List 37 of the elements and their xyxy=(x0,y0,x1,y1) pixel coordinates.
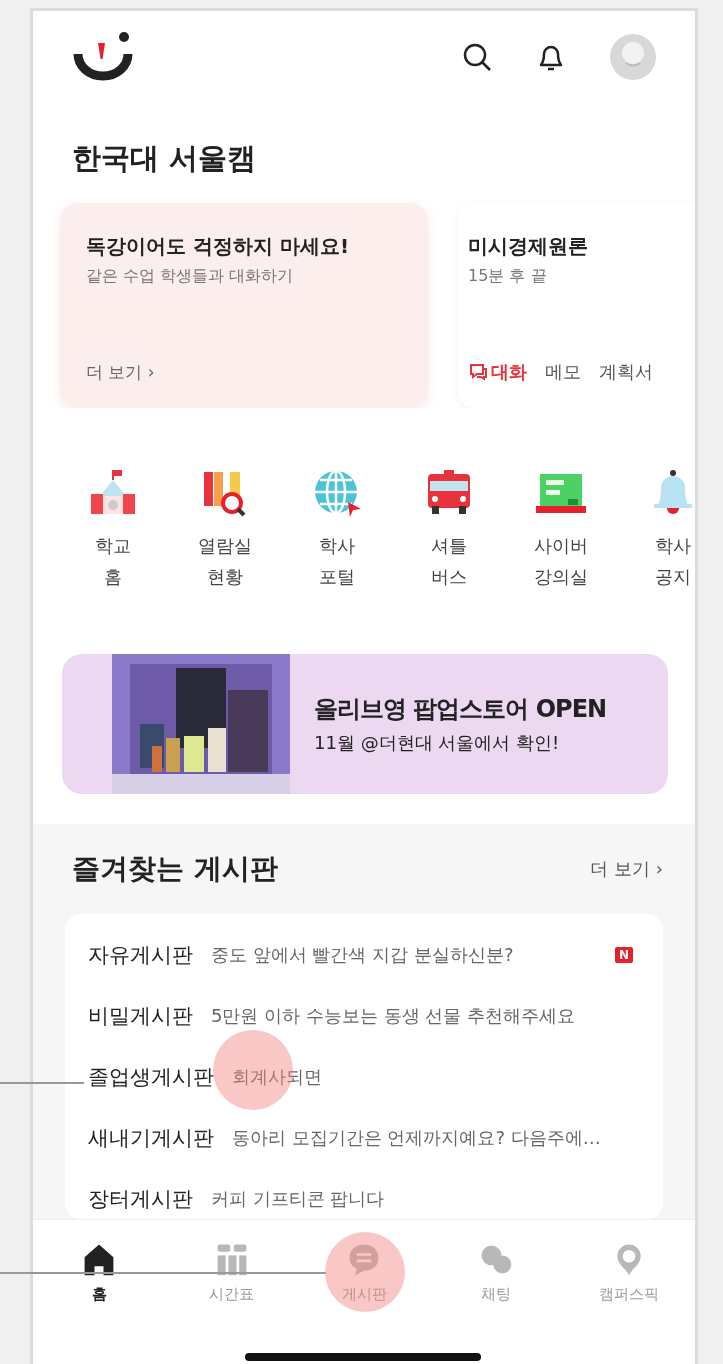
card-title: 독강이어도 걱정하지 마세요! xyxy=(86,233,351,260)
info-card[interactable]: 미시경제원론 15분 후 끝 대화 메모 계획서 xyxy=(458,203,695,408)
banner-subtitle: 11월 @더현대 서울에서 확인! xyxy=(314,731,561,755)
card-subtitle: 같은 수업 학생들과 대화하기 xyxy=(86,266,295,287)
latest-post[interactable]: 5만원 이하 수능보는 동생 선물 추천해주세요 xyxy=(211,1003,633,1028)
search-icon[interactable] xyxy=(461,41,493,73)
shortcut-button[interactable]: 학교 홈 xyxy=(57,468,169,592)
card-action[interactable]: 계획서 xyxy=(599,360,653,384)
more-link[interactable]: 더 보기 › xyxy=(86,361,155,384)
card-subtitle: 15분 후 끝 xyxy=(468,266,548,287)
banner-title: 올리브영 팝업스토어 OPEN xyxy=(314,694,607,725)
board-name[interactable]: 장터게시판 xyxy=(88,1184,193,1213)
new-badge: N xyxy=(614,946,633,963)
promo-banner[interactable]: 올리브영 팝업스토어 OPEN 11월 @더현대 서울에서 확인! xyxy=(62,654,668,794)
board-name[interactable]: 비밀게시판 xyxy=(88,1001,193,1030)
section-title: 즐겨찾는 게시판 xyxy=(71,851,278,887)
shortcut-button[interactable]: 셔틀 버스 xyxy=(393,468,505,592)
shortcut-button[interactable]: 학사 공지 xyxy=(617,468,695,592)
campus-title: 한국대 서울캠 xyxy=(71,140,258,177)
shortcut-button[interactable]: 사이버 강의실 xyxy=(505,468,617,592)
shortcut-button[interactable]: 학사 포털 xyxy=(281,468,393,592)
more-link[interactable]: 더 보기 › xyxy=(590,857,663,881)
board-name[interactable]: 자유게시판 xyxy=(88,940,193,969)
nav-tab[interactable]: 홈 xyxy=(33,1220,166,1325)
card-action[interactable]: 대화 xyxy=(468,360,527,384)
board-name[interactable]: 새내기게시판 xyxy=(88,1123,214,1152)
shortcut-button[interactable]: 열람실 현황 xyxy=(169,468,281,592)
logo-icon xyxy=(72,32,134,82)
card-title: 미시경제원론 xyxy=(468,233,589,260)
chat-bubbles-icon xyxy=(468,362,488,382)
latest-post[interactable]: 중도 앞에서 빨간색 지갑 분실하신분? xyxy=(211,942,615,967)
board-name[interactable]: 졸업생게시판 xyxy=(88,1062,214,1091)
latest-post[interactable]: 커피 기프티콘 팝니다 xyxy=(211,1186,633,1211)
card-action[interactable]: 메모 xyxy=(545,360,581,384)
info-card[interactable]: 독강이어도 걱정하지 마세요! 같은 수업 학생들과 대화하기 더 보기 › xyxy=(60,203,428,408)
latest-post[interactable]: 동아리 모집기간은 언제까지예요? 다음주에… xyxy=(232,1125,633,1150)
globe-cursor-icon xyxy=(312,468,362,518)
